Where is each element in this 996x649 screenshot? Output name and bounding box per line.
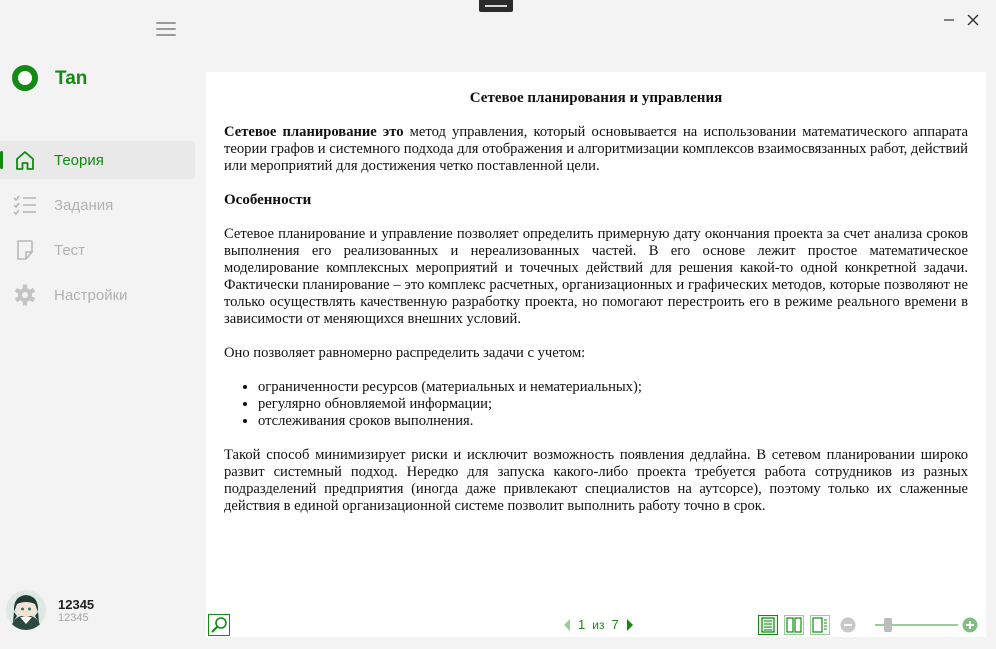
window-drag-handle[interactable] bbox=[479, 0, 513, 12]
app-logo bbox=[12, 65, 38, 91]
prev-page-icon[interactable] bbox=[564, 618, 571, 631]
page-navigator: 1 из 7 bbox=[564, 617, 633, 632]
list-item: ограниченности ресурсов (материальных и … bbox=[258, 379, 968, 396]
paragraph: Оно позволяет равномерно распределить за… bbox=[224, 345, 586, 361]
single-page-view-icon[interactable] bbox=[758, 615, 778, 635]
current-page[interactable]: 1 bbox=[578, 617, 585, 632]
page-of-label: из bbox=[592, 617, 605, 632]
user-name: 12345 bbox=[58, 597, 95, 612]
list-item: регулярно обновляемой информации; bbox=[258, 396, 968, 413]
document-toolbar: 1 из 7 bbox=[206, 612, 986, 637]
minimize-icon[interactable] bbox=[939, 10, 959, 30]
nav-item-label: Тест bbox=[54, 242, 86, 259]
nav-item-test[interactable]: Тест bbox=[0, 231, 195, 269]
paragraph: Сетевое планирование и управление позвол… bbox=[224, 226, 968, 327]
close-icon[interactable] bbox=[963, 10, 983, 30]
next-page-icon[interactable] bbox=[626, 618, 633, 631]
list-item: отслеживания сроков выполнения. bbox=[258, 413, 968, 430]
search-icon[interactable] bbox=[208, 614, 230, 636]
note-icon bbox=[17, 240, 33, 260]
two-page-view-icon[interactable] bbox=[784, 615, 804, 635]
zoom-in-icon[interactable] bbox=[962, 617, 978, 633]
checklist-icon bbox=[13, 195, 36, 216]
zoom-slider-thumb[interactable] bbox=[884, 618, 892, 632]
bullet-list: ограниченности ресурсов (материальных и … bbox=[258, 379, 968, 430]
document-viewer[interactable]: Сетевое планирования и управления Сетево… bbox=[206, 72, 986, 612]
home-icon bbox=[16, 151, 34, 170]
zoom-out-icon[interactable] bbox=[840, 617, 856, 633]
nav-item-label: Задания bbox=[54, 197, 114, 214]
section-heading: Особенности bbox=[224, 192, 312, 208]
nav-item-theory[interactable]: Теория bbox=[0, 141, 195, 179]
menu-icon[interactable] bbox=[156, 22, 176, 38]
total-pages: 7 bbox=[611, 617, 619, 632]
nav-item-label: Теория bbox=[54, 152, 104, 169]
document-title: Сетевое планирования и управления bbox=[469, 90, 723, 106]
intro-term: Сетевое планирование это bbox=[224, 124, 404, 140]
avatar[interactable] bbox=[6, 590, 46, 630]
intro-paragraph: Сетевое планирование это метод управлени… bbox=[224, 124, 968, 175]
sidebar: Tan Теория Задания Тест Настройки 12345 … bbox=[0, 0, 197, 649]
gear-icon bbox=[14, 284, 36, 306]
nav-item-settings[interactable]: Настройки bbox=[0, 276, 195, 314]
outline-view-icon[interactable] bbox=[810, 615, 830, 635]
app-name: Tan bbox=[55, 68, 88, 89]
paragraph: Такой способ минимизирует риски и исключ… bbox=[224, 447, 968, 514]
user-id: 12345 bbox=[58, 612, 89, 624]
nav-item-label: Настройки bbox=[54, 287, 128, 304]
nav-item-tasks[interactable]: Задания bbox=[0, 186, 195, 224]
